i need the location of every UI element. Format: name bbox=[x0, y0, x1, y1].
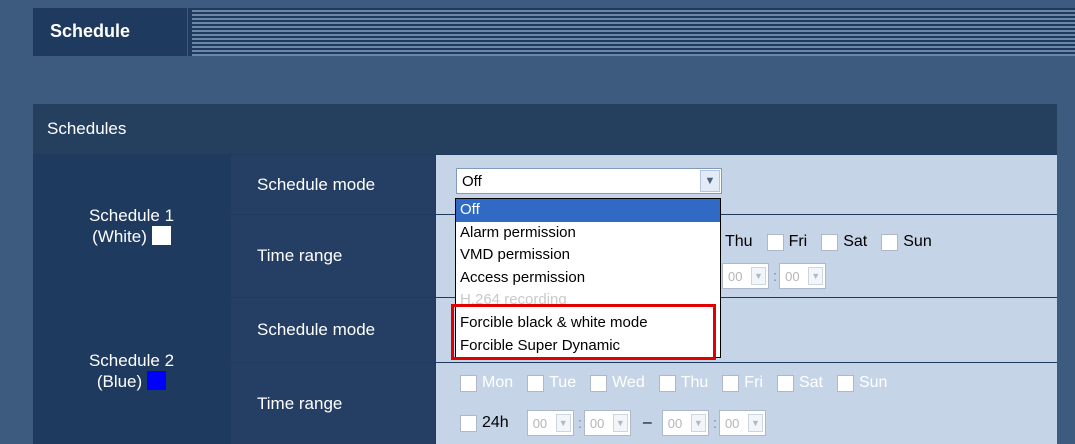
option-h264-recording: H.264 recording bbox=[460, 291, 567, 309]
end-minute-select[interactable]: 00 ▼ bbox=[718, 410, 766, 436]
schedule-1-color-name: (White) bbox=[92, 226, 147, 246]
day-checkbox-wed[interactable] bbox=[590, 374, 608, 392]
chevron-down-icon: ▼ bbox=[612, 414, 628, 432]
end-hour-select[interactable]: 00 ▼ bbox=[722, 263, 769, 289]
option-forcible-super-dynamic[interactable]: Forcible Super Dynamic bbox=[456, 335, 720, 358]
select-value: Off bbox=[462, 173, 482, 190]
label-24h: 24h bbox=[482, 414, 509, 431]
option-alarm-permission[interactable]: Alarm permission bbox=[456, 222, 720, 245]
start-minute-select[interactable]: 00 ▼ bbox=[583, 410, 631, 436]
tab-bar-decoration bbox=[188, 8, 1075, 56]
day-label: Thu bbox=[725, 233, 753, 250]
day-label: Sun bbox=[903, 233, 932, 250]
day-checkbox-mon[interactable] bbox=[460, 374, 477, 392]
option-forcible-black-white[interactable]: Forcible black & white mode bbox=[456, 312, 720, 335]
schedule-1-mode-label: Schedule mode bbox=[257, 174, 376, 194]
schedule-1-name-cell: Schedule 1 (White) bbox=[33, 155, 230, 297]
option-access-permission[interactable]: Access permission bbox=[456, 267, 720, 290]
day-checkbox-sun[interactable] bbox=[836, 374, 854, 392]
chevron-down-icon: ▼ bbox=[808, 267, 824, 285]
blue-color-swatch bbox=[147, 370, 167, 390]
chevron-down-icon: ▼ bbox=[555, 414, 571, 432]
tab-schedule[interactable]: Schedule bbox=[33, 8, 187, 56]
end-minute-select[interactable]: 00 ▼ bbox=[779, 263, 827, 289]
day-label: Sat bbox=[798, 374, 823, 391]
chevron-down-icon: ▼ bbox=[751, 267, 766, 285]
day-label: Sun bbox=[858, 374, 888, 391]
schedule-2-time-label: Time range bbox=[257, 393, 343, 413]
chevron-down-icon: ▼ bbox=[690, 414, 706, 432]
schedule-2-time-label-cell: Time range bbox=[231, 363, 435, 444]
day-label: Sat bbox=[843, 233, 868, 250]
day-checkbox-fri[interactable] bbox=[722, 374, 740, 392]
end-hour-select[interactable]: 00 ▼ bbox=[661, 410, 709, 436]
schedule-1-day-checkboxes: Thu Fri Sat Sun bbox=[725, 233, 946, 251]
day-checkbox[interactable] bbox=[766, 233, 784, 251]
day-label: Thu bbox=[680, 374, 709, 391]
schedule-2-name-cell: Schedule 2 (Blue) bbox=[33, 298, 230, 444]
day-checkbox[interactable] bbox=[881, 233, 899, 251]
start-hour-select[interactable]: 00 ▼ bbox=[526, 410, 574, 436]
day-checkbox-sat[interactable] bbox=[776, 374, 794, 392]
checkbox-24h[interactable] bbox=[460, 414, 477, 432]
option-vmd-permission[interactable]: VMD permission bbox=[456, 244, 720, 267]
schedule-mode-dropdown-list: Off Alarm permission VMD permission Acce… bbox=[455, 198, 721, 358]
day-checkbox-thu[interactable] bbox=[658, 374, 676, 392]
schedule-2-mode-label: Schedule mode bbox=[257, 320, 376, 339]
schedule-2-mode-label-cell: Schedule mode bbox=[231, 298, 435, 362]
schedule-1-time-label: Time range bbox=[257, 246, 343, 265]
schedule-1-mode-label-cell: Schedule mode bbox=[231, 155, 435, 214]
tab-schedule-label: Schedule bbox=[50, 21, 131, 41]
schedule-1-time-label-cell: Time range bbox=[231, 215, 435, 297]
day-label: Mon bbox=[482, 374, 514, 391]
chevron-down-icon: ▼ bbox=[747, 414, 763, 432]
option-off[interactable]: Off bbox=[456, 199, 720, 222]
schedule-2-time-range-row: 24h 00 ▼ : 00 ▼ – 00 ▼ : 00 ▼ bbox=[460, 410, 768, 436]
tab-bar: Schedule bbox=[0, 0, 1075, 56]
schedule-1-name: Schedule 1 bbox=[88, 205, 175, 225]
chevron-down-icon[interactable]: ▼ bbox=[700, 170, 720, 192]
schedule-2-color-name: (Blue) bbox=[96, 371, 143, 391]
day-label: Tue bbox=[549, 374, 577, 391]
schedule-2-day-checkboxes: Mon Tue Wed Thu Fri Sat Sun bbox=[460, 374, 901, 392]
day-label: Fri bbox=[788, 233, 808, 250]
day-label: Fri bbox=[744, 374, 763, 391]
schedule-1-mode-select[interactable]: Off ▼ bbox=[456, 168, 722, 194]
schedule-2-name: Schedule 2 bbox=[88, 350, 175, 370]
schedule-1-end-time: 00 ▼ : 00 ▼ bbox=[722, 263, 828, 289]
day-checkbox[interactable] bbox=[821, 233, 839, 251]
panel-title: Schedules bbox=[33, 104, 1057, 154]
white-color-swatch bbox=[151, 225, 171, 245]
day-label: Wed bbox=[612, 374, 645, 391]
day-checkbox-tue[interactable] bbox=[527, 374, 545, 392]
